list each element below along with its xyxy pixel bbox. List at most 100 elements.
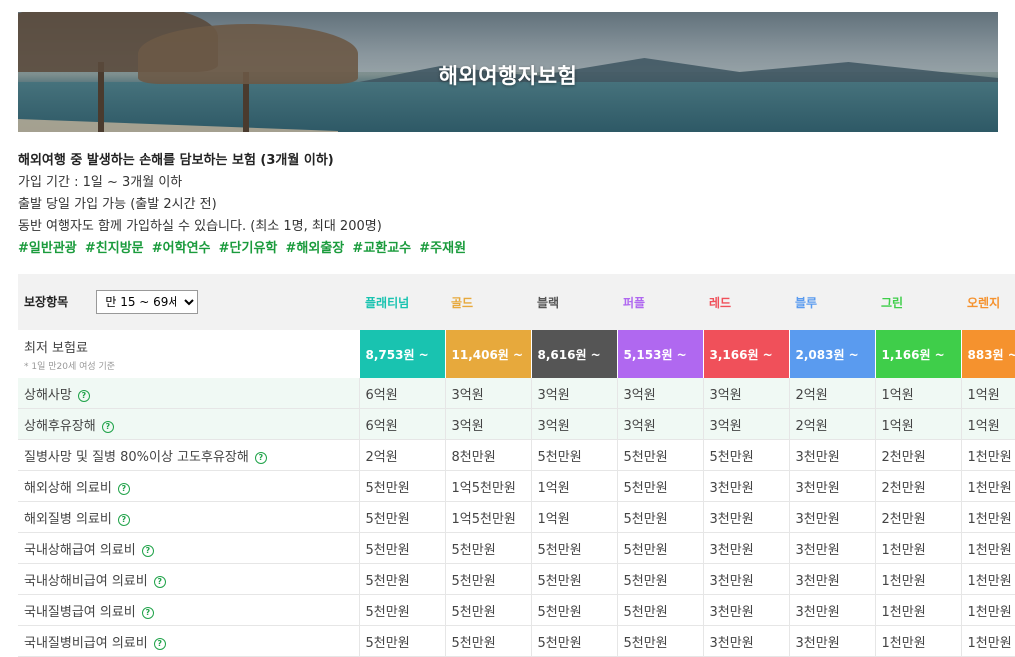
- intro-lead: 해외여행 중 발생하는 손해를 담보하는 보험 (3개월 이하): [18, 153, 334, 168]
- coverage-label: 국내질병급여 의료비: [24, 604, 136, 620]
- coverage-value: 1억원: [874, 408, 961, 440]
- coverage-value: 5천만원: [358, 470, 445, 502]
- coverage-value: 5천만원: [616, 532, 703, 564]
- table-row: 질병사망 및 질병 80%이상 고도후유장해? 2억원 8천만원 5천만원 5천만원 5천…: [18, 439, 1015, 471]
- coverage-value: 5천만원: [530, 439, 617, 471]
- coverage-label-cell: 상해후유장해?: [18, 408, 359, 440]
- premium-price: 8,616원 ~: [530, 330, 617, 378]
- tag-link[interactable]: #어학연수: [152, 241, 211, 256]
- plan-header-black[interactable]: 블랙: [531, 274, 617, 330]
- premium-price: 8,753원 ~: [358, 330, 445, 378]
- tag-link[interactable]: #일반관광: [18, 241, 77, 256]
- coverage-value: 5천만원: [616, 439, 703, 471]
- coverage-value: 5천만원: [530, 625, 617, 657]
- coverage-value: 5천만원: [616, 563, 703, 595]
- coverage-value: 2천만원: [874, 439, 961, 471]
- coverage-value: 1억원: [960, 378, 1015, 409]
- table-row: 해외질병 의료비? 5천만원 1억5천만원 1억원 5천만원 3천만원 3천만원 2천만원 1천…: [18, 501, 1015, 533]
- plan-header-red[interactable]: 레드: [703, 274, 789, 330]
- plan-header-orange[interactable]: 오렌지: [961, 274, 1015, 330]
- coverage-value: 5천만원: [444, 532, 531, 564]
- question-circle-icon[interactable]: ?: [141, 606, 154, 619]
- question-circle-icon[interactable]: ?: [153, 637, 166, 650]
- question-circle-icon[interactable]: ?: [101, 420, 114, 433]
- coverage-value: 1천만원: [960, 594, 1015, 626]
- question-circle-icon[interactable]: ?: [254, 451, 267, 464]
- coverage-value: 8천만원: [444, 439, 531, 471]
- coverage-value: 1억5천만원: [444, 470, 531, 502]
- premium-label: 최저 보험료: [24, 340, 88, 356]
- question-circle-icon[interactable]: ?: [141, 544, 154, 557]
- question-circle-icon[interactable]: ?: [117, 513, 130, 526]
- coverage-label: 해외질병 의료비: [24, 511, 112, 527]
- coverage-label: 국내질병비급여 의료비: [24, 635, 148, 651]
- premium-price: 2,083원 ~: [788, 330, 875, 378]
- coverage-header-label: 보장항목: [24, 295, 69, 309]
- coverage-value: 5천만원: [616, 501, 703, 533]
- coverage-label: 상해사망: [24, 387, 72, 403]
- coverage-value: 3억원: [616, 378, 703, 409]
- coverage-value: 1천만원: [960, 501, 1015, 533]
- coverage-value: 3천만원: [788, 501, 875, 533]
- coverage-value: 5천만원: [358, 625, 445, 657]
- coverage-value: 2억원: [788, 408, 875, 440]
- header-label-cell: 보장항목 만 15 ~ 69세: [18, 274, 359, 330]
- coverage-value: 5천만원: [616, 625, 703, 657]
- page-container: 해외여행자보험 해외여행 중 발생하는 손해를 담보하는 보험 (3개월 이하)…: [18, 12, 1015, 657]
- age-range-select[interactable]: 만 15 ~ 69세: [96, 290, 199, 314]
- coverage-value: 1천만원: [874, 532, 961, 564]
- table-header-row: 보장항목 만 15 ~ 69세 플래티넘 골드 블랙 퍼플 레드 블루 그린 오…: [18, 274, 1015, 330]
- tag-link[interactable]: #친지방문: [85, 241, 144, 256]
- coverage-label: 질병사망 및 질병 80%이상 고도후유장해: [24, 449, 249, 465]
- premium-price: 11,406원 ~: [444, 330, 531, 378]
- premium-note: * 1일 만20세 여성 기준: [24, 361, 116, 372]
- coverage-table: 보장항목 만 15 ~ 69세 플래티넘 골드 블랙 퍼플 레드 블루 그린 오…: [18, 274, 1015, 657]
- plan-header-platinum[interactable]: 플래티넘: [359, 274, 445, 330]
- premium-price: 3,166원 ~: [702, 330, 789, 378]
- intro-section: 해외여행 중 발생하는 손해를 담보하는 보험 (3개월 이하) 가입 기간 :…: [18, 150, 998, 260]
- tag-link[interactable]: #교환교수: [352, 241, 411, 256]
- coverage-value: 1천만원: [960, 532, 1015, 564]
- question-circle-icon[interactable]: ?: [117, 482, 130, 495]
- tag-link[interactable]: #해외출장: [286, 241, 345, 256]
- tag-link[interactable]: #주재원: [419, 241, 466, 256]
- coverage-value: 6억원: [358, 378, 445, 409]
- coverage-value: 3천만원: [788, 470, 875, 502]
- plan-header-purple[interactable]: 퍼플: [617, 274, 703, 330]
- coverage-value: 5천만원: [530, 532, 617, 564]
- coverage-value: 1억5천만원: [444, 501, 531, 533]
- coverage-value: 1천만원: [874, 563, 961, 595]
- coverage-value: 1천만원: [874, 625, 961, 657]
- question-circle-icon[interactable]: ?: [153, 575, 166, 588]
- coverage-value: 1천만원: [960, 470, 1015, 502]
- plan-header-gold[interactable]: 골드: [445, 274, 531, 330]
- coverage-value: 1천만원: [874, 594, 961, 626]
- coverage-value: 3천만원: [788, 532, 875, 564]
- tag-list: #일반관광 #친지방문 #어학연수 #단기유학 #해외출장 #교환교수 #주재원: [18, 238, 998, 260]
- coverage-value: 5천만원: [358, 532, 445, 564]
- coverage-value: 5천만원: [616, 470, 703, 502]
- coverage-value: 1억원: [874, 378, 961, 409]
- coverage-value: 2억원: [788, 378, 875, 409]
- plan-header-green[interactable]: 그린: [875, 274, 961, 330]
- coverage-value: 5천만원: [358, 594, 445, 626]
- question-circle-icon[interactable]: ?: [77, 389, 90, 402]
- coverage-label: 국내상해급여 의료비: [24, 542, 136, 558]
- coverage-value: 1억원: [530, 470, 617, 502]
- tag-link[interactable]: #단기유학: [219, 241, 278, 256]
- table-row: 국내질병비급여 의료비? 5천만원 5천만원 5천만원 5천만원 3천만원 3천만원 1천만원…: [18, 625, 1015, 657]
- coverage-label-cell: 질병사망 및 질병 80%이상 고도후유장해?: [18, 439, 359, 471]
- coverage-value: 5천만원: [530, 594, 617, 626]
- coverage-label-cell: 해외상해 의료비?: [18, 470, 359, 502]
- coverage-label: 해외상해 의료비: [24, 480, 112, 496]
- coverage-value: 2천만원: [874, 470, 961, 502]
- premium-row: 최저 보험료 * 1일 만20세 여성 기준 8,753원 ~ 11,406원 …: [18, 330, 1015, 378]
- plan-header-blue[interactable]: 블루: [789, 274, 875, 330]
- coverage-value: 3억원: [702, 408, 789, 440]
- table-row: 해외상해 의료비? 5천만원 1억5천만원 1억원 5천만원 3천만원 3천만원 2천만원 1천…: [18, 470, 1015, 502]
- coverage-label: 국내상해비급여 의료비: [24, 573, 148, 589]
- coverage-value: 1천만원: [960, 563, 1015, 595]
- coverage-value: 3억원: [530, 378, 617, 409]
- coverage-value: 2천만원: [874, 501, 961, 533]
- table-row: 국내상해급여 의료비? 5천만원 5천만원 5천만원 5천만원 3천만원 3천만원 1천만원 1…: [18, 532, 1015, 564]
